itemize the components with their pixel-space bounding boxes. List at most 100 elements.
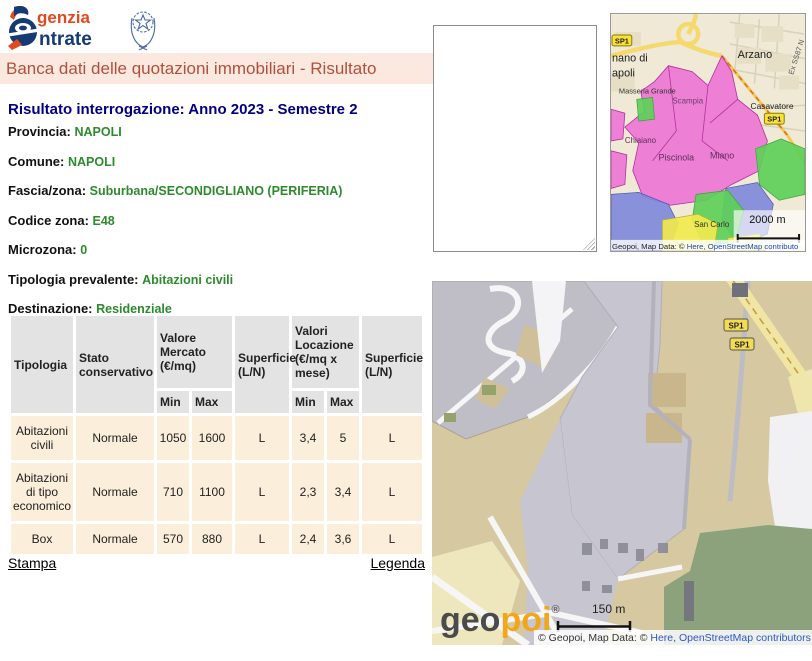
cell-tipologia: Abitazioni civili: [11, 416, 73, 460]
cell-mercato-min: 1050: [157, 416, 189, 460]
label-san-carlo: San Carlo: [694, 220, 730, 229]
field-fascia-zona: Fascia/zona: Suburbana/SECONDIGLIANO (PE…: [8, 183, 428, 198]
field-label: Fascia/zona:: [8, 183, 90, 198]
cell-tipologia: Box: [11, 524, 73, 554]
col-header-tipologia: Tipologia: [11, 316, 73, 413]
cell-locazione-max: 3,6: [327, 524, 359, 554]
footer-links: Stampa Legenda: [8, 555, 425, 571]
cell-mercato-max: 1100: [192, 463, 232, 521]
svg-text:SP1: SP1: [734, 341, 750, 350]
label-marano-2: apoli: [612, 68, 635, 80]
cell-superficie-2: L: [362, 463, 422, 521]
map-dark-building-bar: [684, 581, 694, 621]
field-label: Microzona:: [8, 242, 80, 257]
minimap-attribution: Geopoi, Map Data: © Here, OpenStreetMap …: [611, 240, 805, 251]
geopoi-logo-geo: geo: [440, 601, 500, 639]
field-microzona: Microzona: 0: [8, 242, 428, 257]
table-row: Abitazioni di tipo economico Normale 710…: [11, 463, 422, 521]
result-heading: Risultato interrogazione: Anno 2023 - Se…: [8, 101, 358, 118]
brand-text-genzia: genzia: [37, 8, 90, 27]
geopoi-logo-reg: ®: [551, 604, 559, 616]
agenzia-entrate-logo: genzia ntrate: [6, 4, 166, 52]
label-miano: Miano: [710, 151, 734, 161]
italy-emblem-icon: [131, 12, 155, 50]
sp1-badge-right: SP1: [764, 113, 784, 124]
bigmap-attribution: © Geopoi, Map Data: © Here, OpenStreetMa…: [534, 630, 812, 645]
cell-superficie-1: L: [235, 463, 289, 521]
minimap-attribution-link[interactable]: Here, OpenStreetMap contributo: [687, 242, 799, 251]
col-header-superficie-1: Superficie (L/N): [235, 316, 289, 413]
cell-locazione-min: 2,4: [292, 524, 324, 554]
quotations-table: Tipologia Stato conservativo Valore Merc…: [8, 313, 425, 557]
page-title: Banca dati delle quotazioni immobiliari …: [0, 59, 376, 79]
field-value: NAPOLI: [68, 155, 115, 169]
overview-map[interactable]: SP1 nano di apoli Arzano Masseria Grande…: [610, 13, 806, 252]
field-tipologia-prevalente: Tipologia prevalente: Abitazioni civili: [8, 272, 428, 287]
field-provincia: Provincia: NAPOLI: [8, 124, 428, 139]
detail-map[interactable]: SP1 SP1 geopoi® 150 m © Geopoi, Map Data…: [432, 281, 812, 645]
col-header-valori-locazione: Valori Locazione (€/mq x mese): [292, 316, 359, 388]
note-textarea-wrapper: [433, 25, 597, 252]
minimap-scale-label: 2000 m: [749, 214, 785, 226]
field-label: Provincia:: [8, 124, 74, 139]
svg-text:SP1: SP1: [728, 322, 744, 331]
label-scampia: Scampia: [672, 96, 703, 105]
cell-stato: Normale: [76, 416, 154, 460]
cell-stato: Normale: [76, 524, 154, 554]
field-value: NAPOLI: [74, 125, 121, 139]
label-chiaiano: Chiaiano: [625, 136, 657, 145]
cell-tipologia: Abitazioni di tipo economico: [11, 463, 73, 521]
cell-superficie-2: L: [362, 416, 422, 460]
map-green-patch-2: [444, 413, 456, 422]
col-header-min-mercato: Min: [157, 391, 189, 413]
col-header-max-locazione: Max: [327, 391, 359, 413]
field-value: Suburbana/SECONDIGLIANO (PERIFERIA): [90, 184, 343, 198]
field-value: 0: [80, 243, 87, 257]
minimap-attribution-text: Geopoi, Map Data: ©: [612, 242, 687, 251]
result-heading-label: Risultato interrogazione:: [8, 101, 185, 118]
map-white-region-right: [768, 411, 812, 533]
map-dark-building-top: [732, 283, 748, 297]
note-textarea[interactable]: [433, 25, 597, 252]
col-header-valore-mercato: Valore Mercato (€/mq): [157, 316, 232, 388]
cell-locazione-min: 2,3: [292, 463, 324, 521]
stampa-link[interactable]: Stampa: [8, 555, 56, 571]
result-heading-value: Anno 2023 - Semestre 2: [185, 101, 358, 118]
field-label: Comune:: [8, 154, 68, 169]
svg-text:© Geopoi, Map Data: © Here, Op: © Geopoi, Map Data: © Here, OpenStreetMa…: [538, 632, 811, 644]
table-row: Abitazioni civili Normale 1050 1600 L 3,…: [11, 416, 422, 460]
cell-locazione-min: 3,4: [292, 416, 324, 460]
field-codice-zona: Codice zona: E48: [8, 213, 428, 228]
sp1-badge-2: SP1: [730, 338, 754, 350]
svg-text:SP1: SP1: [767, 115, 781, 124]
label-masseria-grande: Masseria Grande: [619, 86, 676, 95]
col-header-stato: Stato conservativo: [76, 316, 154, 413]
legenda-link[interactable]: Legenda: [370, 555, 425, 571]
field-value: E48: [93, 214, 115, 228]
bigmap-attribution-copy: ©: [640, 632, 651, 644]
label-casavatore: Casavatore: [751, 101, 794, 111]
result-fields: Provincia: NAPOLI Comune: NAPOLI Fascia/…: [8, 124, 428, 331]
cell-mercato-max: 1600: [192, 416, 232, 460]
cell-locazione-max: 5: [327, 416, 359, 460]
field-value: Abitazioni civili: [142, 273, 233, 287]
cell-mercato-min: 710: [157, 463, 189, 521]
cell-locazione-max: 3,4: [327, 463, 359, 521]
sp1-badge-1: SP1: [724, 319, 748, 331]
cell-superficie-1: L: [235, 524, 289, 554]
bigmap-scale-label: 150 m: [592, 602, 625, 616]
bigmap-attribution-text: © Geopoi, Map Data:: [538, 632, 640, 644]
label-marano-1: nano di: [612, 53, 648, 65]
agenzia-glyph: [8, 6, 38, 50]
cell-mercato-min: 570: [157, 524, 189, 554]
field-label: Tipologia prevalente:: [8, 272, 142, 287]
field-label: Codice zona:: [8, 213, 93, 228]
table-row: Box Normale 570 880 L 2,4 3,6 L: [11, 524, 422, 554]
bigmap-attribution-link[interactable]: Here, OpenStreetMap contributors: [650, 632, 811, 644]
field-comune: Comune: NAPOLI: [8, 154, 428, 169]
label-arzano: Arzano: [738, 49, 772, 61]
brand-text-ntrate: ntrate: [39, 29, 92, 50]
svg-text:Geopoi, Map Data: © Here, Open: Geopoi, Map Data: © Here, OpenStreetMap …: [612, 242, 798, 251]
map-courtyard-1: [648, 373, 686, 407]
col-header-min-locazione: Min: [292, 391, 324, 413]
